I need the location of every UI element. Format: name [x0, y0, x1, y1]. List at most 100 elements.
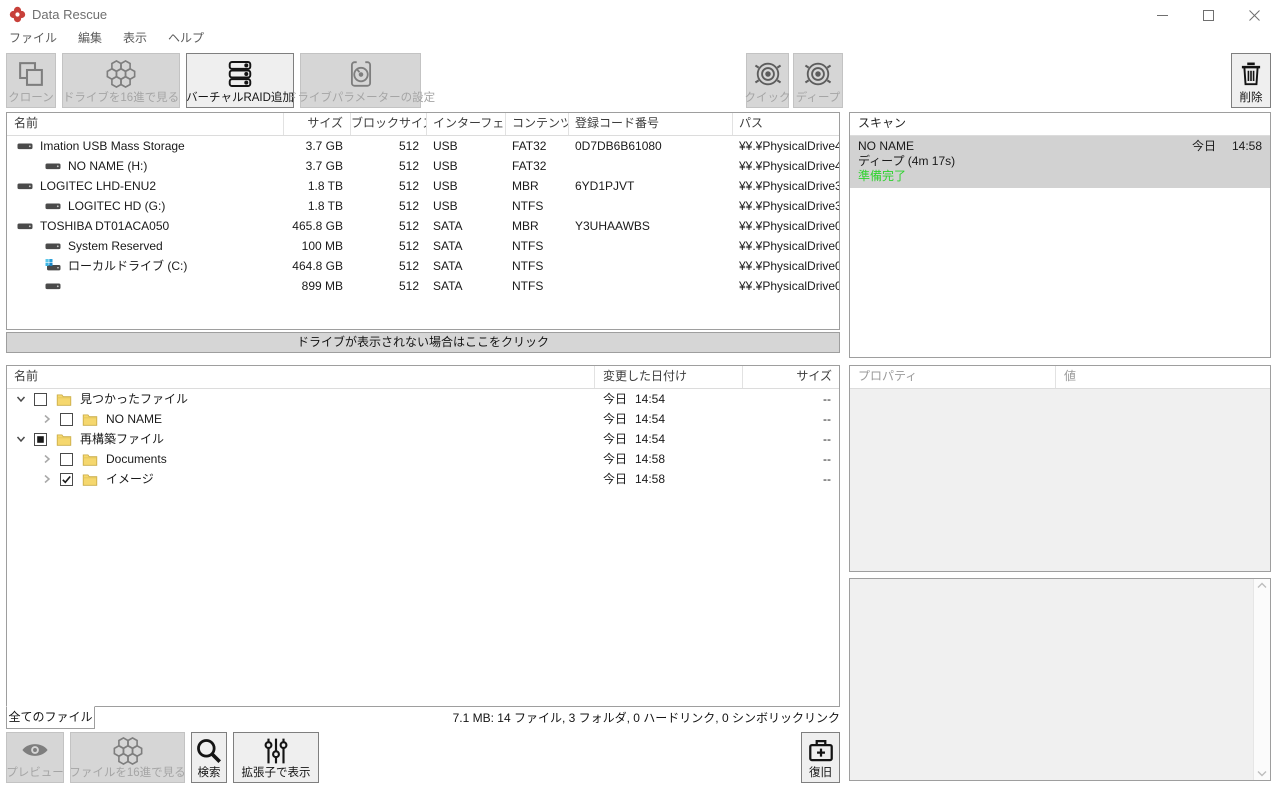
drive-name: TOSHIBA DT01ACA050 — [40, 216, 169, 236]
add-virtual-raid-button[interactable]: バーチャルRAID追加 — [186, 53, 294, 108]
close-button[interactable] — [1231, 0, 1277, 30]
menu-help[interactable]: ヘルプ — [168, 30, 204, 48]
scan-status: 準備完了 — [858, 169, 1262, 184]
chevron-right-icon[interactable] — [41, 453, 53, 465]
drive-size: 1.8 TB — [284, 176, 351, 196]
maximize-button[interactable] — [1185, 0, 1231, 30]
scroll-down-icon — [1257, 770, 1267, 777]
drive-row[interactable]: 899 MB512SATANTFS¥¥.¥PhysicalDrive0 — [7, 276, 839, 296]
quick-scan-button[interactable]: クイック — [746, 53, 789, 108]
drive-interface: USB — [427, 176, 506, 196]
menu-file[interactable]: ファイル — [9, 30, 57, 48]
tree-date: 今日 — [603, 469, 635, 489]
menu-view[interactable]: 表示 — [123, 30, 147, 48]
drive-name: ローカルドライブ (C:) — [68, 256, 187, 276]
window-title: Data Rescue — [32, 7, 107, 22]
show-by-extension-button[interactable]: 拡張子で表示 — [233, 732, 319, 783]
col-size[interactable]: サイズ — [284, 113, 351, 135]
drive-hex-view-button[interactable]: ドライブを16進で見る — [62, 53, 180, 108]
search-button[interactable]: 検索 — [191, 732, 227, 783]
eye-icon — [19, 734, 51, 766]
checkbox-unchecked[interactable] — [60, 453, 73, 466]
drive-size: 899 MB — [284, 276, 351, 296]
minimize-button[interactable] — [1139, 0, 1185, 30]
drive-interface: SATA — [427, 236, 506, 256]
deep-scan-button[interactable]: ディープ — [793, 53, 843, 108]
tree-row[interactable]: NO NAME今日14:54-- — [7, 409, 839, 429]
delete-scan-button[interactable]: 削除 — [1231, 53, 1271, 108]
indent — [17, 286, 45, 287]
drive-block-size: 512 — [351, 196, 427, 216]
drive-row[interactable]: NO NAME (H:)3.7 GB512USBFAT32¥¥.¥Physica… — [7, 156, 839, 176]
col-contents[interactable]: コンテンツ — [506, 113, 569, 135]
scrollbar[interactable] — [1253, 579, 1270, 780]
drive-row[interactable]: TOSHIBA DT01ACA050465.8 GB512SATAMBRY3UH… — [7, 216, 839, 236]
drive-row[interactable]: Imation USB Mass Storage3.7 GB512USBFAT3… — [7, 136, 839, 156]
drive-size: 100 MB — [284, 236, 351, 256]
drive-contents: FAT32 — [506, 136, 569, 156]
drive-size: 1.8 TB — [284, 196, 351, 216]
tree-row[interactable]: 見つかったファイル今日14:54-- — [7, 389, 839, 409]
tree-size: -- — [743, 389, 839, 409]
scan-name: NO NAME — [858, 139, 1192, 154]
drives-not-shown-button[interactable]: ドライブが表示されない場合はここをクリック — [6, 332, 840, 353]
col-tree-name[interactable]: 名前 — [7, 366, 595, 388]
tree-row[interactable]: イメージ今日14:58-- — [7, 469, 839, 489]
drive-block-size: 512 — [351, 256, 427, 276]
col-interface[interactable]: インターフェース — [427, 113, 506, 135]
col-block-size[interactable]: ブロックサイズ — [351, 113, 427, 135]
scan-item[interactable]: NO NAME今日14:58ディープ (4m 17s)準備完了 — [850, 136, 1270, 188]
checkbox-partial[interactable] — [34, 433, 47, 446]
drive-path: ¥¥.¥PhysicalDrive4 — [733, 136, 839, 156]
scan-items: NO NAME今日14:58ディープ (4m 17s)準備完了 — [850, 136, 1270, 188]
drive-parameters-button[interactable]: ドライブパラメーターの設定 — [300, 53, 421, 108]
chevron-right-icon[interactable] — [41, 413, 53, 425]
drive-row[interactable]: System Reserved100 MB512SATANTFS¥¥.¥Phys… — [7, 236, 839, 256]
tree-row[interactable]: 再構築ファイル今日14:54-- — [7, 429, 839, 449]
col-tree-size[interactable]: サイズ — [743, 366, 839, 388]
folder-icon — [56, 393, 72, 406]
tree-row[interactable]: Documents今日14:58-- — [7, 449, 839, 469]
checkbox-checked[interactable] — [60, 473, 73, 486]
file-tree-panel: 名前 変更した日付け サイズ 見つかったファイル今日14:54--NO NAME… — [6, 365, 840, 707]
file-hex-view-button[interactable]: ファイルを16進で見る — [70, 732, 185, 783]
drive-reg-code — [569, 236, 733, 256]
all-files-tab[interactable]: 全てのファイル — [6, 706, 95, 729]
tree-size: -- — [743, 429, 839, 449]
indent — [15, 459, 41, 460]
col-path[interactable]: パス — [733, 113, 839, 135]
drive-row[interactable]: LOGITEC HD (G:)1.8 TB512USBNTFS¥¥.¥Physi… — [7, 196, 839, 216]
tree-time: 14:54 — [635, 412, 665, 426]
menu-edit[interactable]: 編集 — [78, 30, 102, 48]
drive-reg-code: 6YD1PJVT — [569, 176, 733, 196]
clone-button[interactable]: クローン — [6, 53, 56, 108]
chevron-down-icon[interactable] — [15, 433, 27, 445]
col-reg-code[interactable]: 登録コード番号 — [569, 113, 733, 135]
menu-bar: ファイル 編集 表示 ヘルプ — [0, 30, 1277, 48]
drive-name-cell: ローカルドライブ (C:) — [7, 256, 284, 276]
drive-row[interactable]: ローカルドライブ (C:)464.8 GB512SATANTFS¥¥.¥Phys… — [7, 256, 839, 276]
tree-date-cell: 今日14:54 — [595, 409, 743, 429]
recover-button[interactable]: 復旧 — [801, 732, 840, 783]
col-name[interactable]: 名前 — [7, 113, 284, 135]
scan-time: 14:58 — [1232, 139, 1262, 154]
col-modified-date[interactable]: 変更した日付け — [595, 366, 743, 388]
drive-row[interactable]: LOGITEC LHD-ENU21.8 TB512USBMBR6YD1PJVT¥… — [7, 176, 839, 196]
honeycomb-icon — [113, 736, 143, 766]
drive-contents: NTFS — [506, 236, 569, 256]
drive-name-cell: NO NAME (H:) — [7, 156, 284, 176]
tree-item-name: 再構築ファイル — [80, 429, 164, 449]
preview-button[interactable]: プレビュー — [6, 732, 64, 783]
scroll-up-icon — [1257, 582, 1267, 589]
checkbox-unchecked[interactable] — [60, 413, 73, 426]
checkbox-unchecked[interactable] — [34, 393, 47, 406]
chevron-right-icon[interactable] — [41, 473, 53, 485]
chevron-down-icon[interactable] — [15, 393, 27, 405]
drive-interface: SATA — [427, 276, 506, 296]
indent — [17, 246, 45, 247]
drive-path: ¥¥.¥PhysicalDrive0 — [733, 216, 839, 236]
tree-date-cell: 今日14:58 — [595, 469, 743, 489]
drive-path: ¥¥.¥PhysicalDrive0 — [733, 276, 839, 296]
indent — [17, 266, 45, 267]
hdd-icon — [45, 238, 61, 254]
